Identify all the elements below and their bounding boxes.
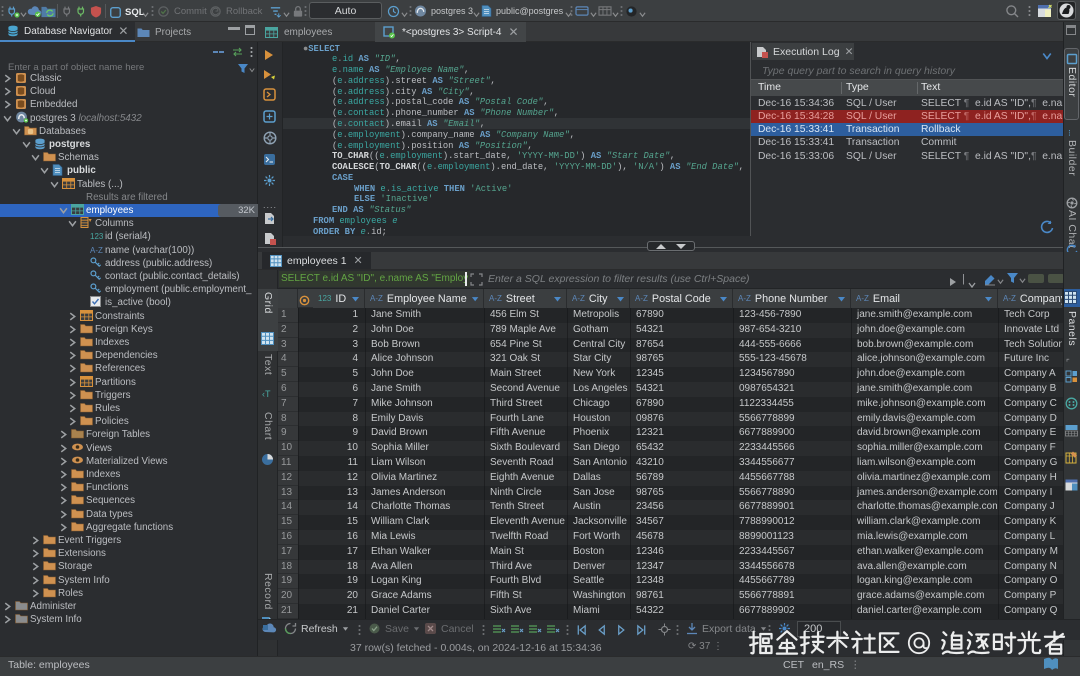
svg-text:▾: ▾	[89, 218, 92, 224]
